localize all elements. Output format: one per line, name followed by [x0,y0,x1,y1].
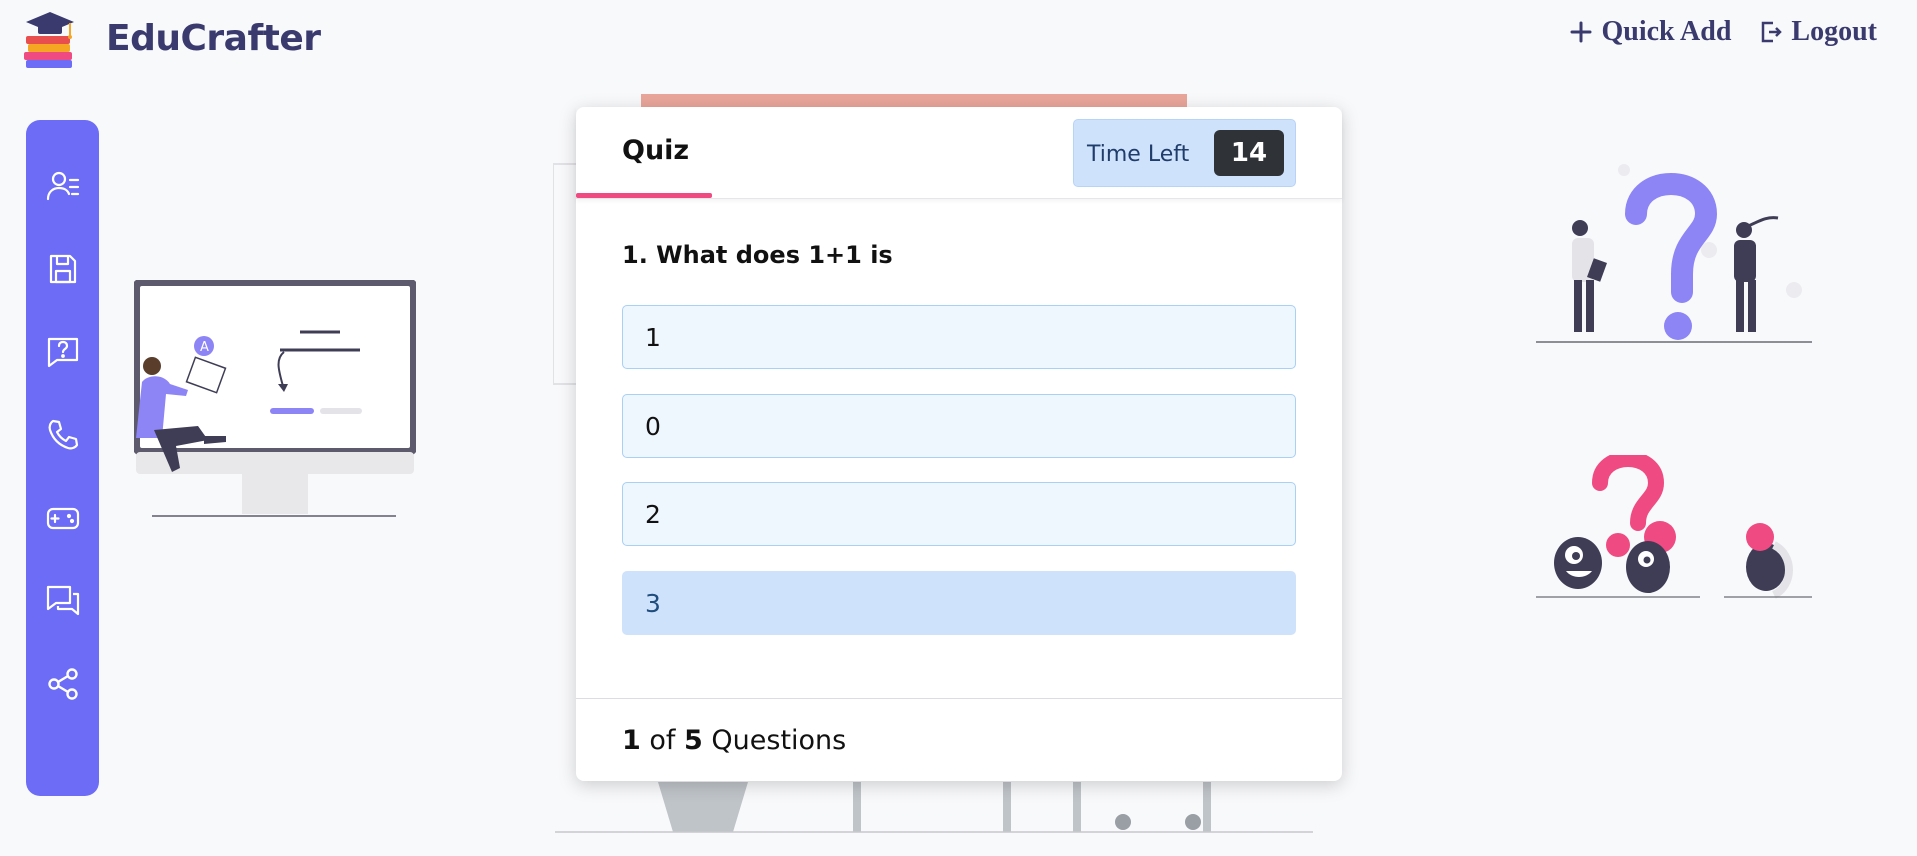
monitor-teaching-illustration: A [134,280,416,517]
sidebar-item-quiz[interactable] [43,334,83,370]
logout-button[interactable]: Logout [1759,16,1877,48]
question-chat-icon [47,337,78,368]
floppy-disk-icon [49,254,76,284]
quiz-card: Quiz Time Left 14 1. What does 1+1 is 1 … [576,107,1342,781]
brand-name[interactable]: EduCrafter [106,18,321,59]
header-actions: Quick Add Logout [1569,16,1877,48]
timer-value: 14 [1214,130,1284,176]
plus-icon [1570,21,1592,43]
question-people-illustration [1536,164,1812,343]
quiz-header: Quiz Time Left 14 [576,107,1342,199]
quiz-footer: 1 of 5 Questions [576,698,1342,781]
progress-of: of [649,725,676,756]
share-icon [47,668,78,700]
phone-icon [48,419,78,450]
answer-option-4[interactable]: 3 [622,571,1296,635]
user-list-icon [46,171,79,201]
timer-badge: Time Left 14 [1073,119,1296,187]
progress-total: 5 [684,725,703,756]
svg-text:A: A [200,340,209,355]
logout-label: Logout [1791,16,1877,47]
progress-suffix: Questions [711,725,847,756]
sidebar-item-user-list[interactable] [43,168,83,204]
answer-option-1[interactable]: 1 [622,305,1296,369]
quick-add-button[interactable]: Quick Add [1569,16,1731,48]
sidebar-item-chat[interactable] [43,583,83,619]
timer-label: Time Left [1087,142,1190,167]
sidebar-item-save[interactable] [43,251,83,287]
sidebar-item-contact[interactable] [43,417,83,453]
question-progress: 1 of 5 Questions [622,725,846,756]
sidebar [26,120,99,796]
sidebar-item-share[interactable] [43,666,83,702]
quiz-title-underline [576,193,712,198]
progress-current: 1 [622,725,641,756]
chat-bubbles-icon [46,585,79,616]
question-text: 1. What does 1+1 is [622,241,893,269]
sidebar-item-games[interactable] [43,500,83,536]
answer-option-3[interactable]: 2 [622,482,1296,546]
monster-question-illustration [1536,455,1812,599]
gamepad-icon [46,507,79,530]
quick-add-label: Quick Add [1601,16,1732,47]
quiz-title: Quiz [622,135,690,166]
educrafter-logo [24,12,74,68]
answer-option-2[interactable]: 0 [622,394,1296,458]
logout-icon [1762,21,1783,43]
